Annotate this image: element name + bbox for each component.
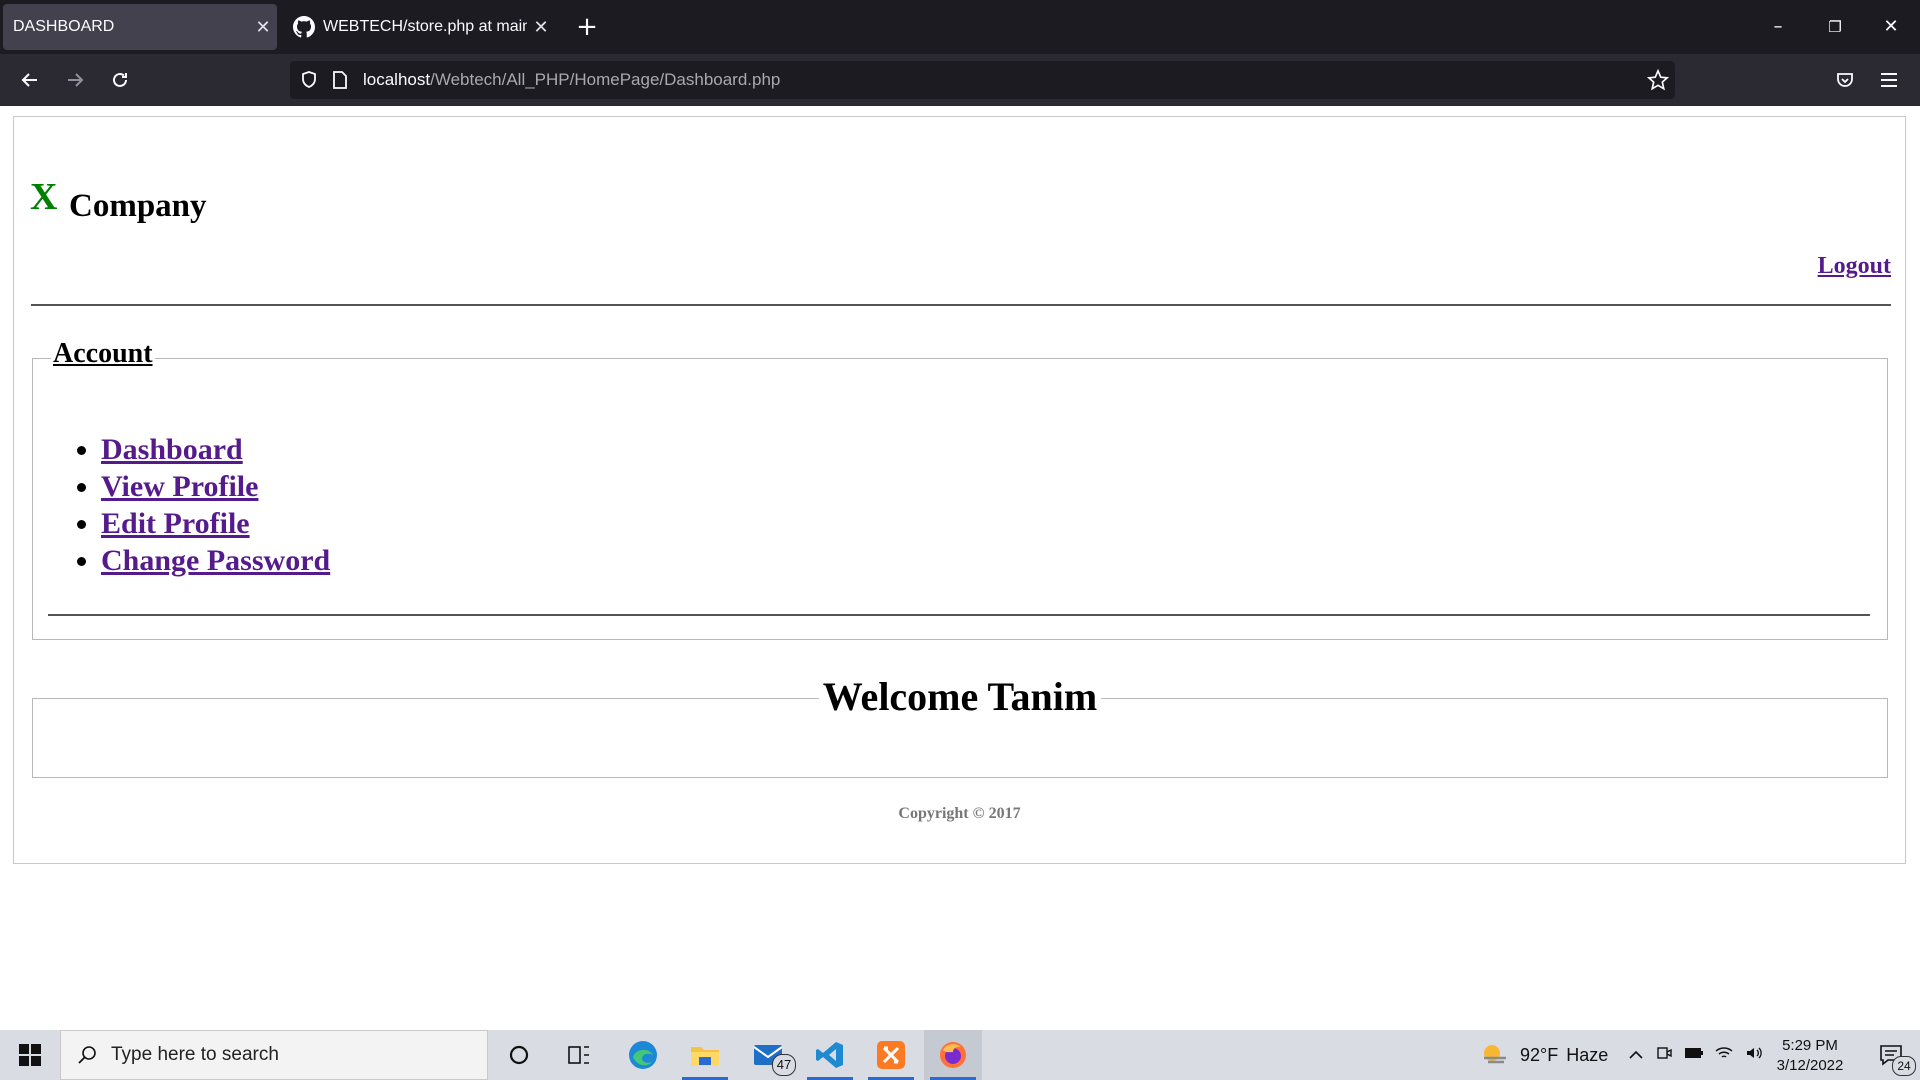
- taskbar-firefox[interactable]: [924, 1030, 982, 1080]
- dashboard-link[interactable]: Dashboard: [101, 433, 243, 466]
- logo-letter: X: [30, 176, 58, 218]
- change-password-link[interactable]: Change Password: [101, 544, 330, 577]
- list-item: View Profile: [101, 468, 330, 505]
- github-icon: [293, 16, 315, 38]
- navigation-bar: localhost/Webtech/All_PHP/HomePage/Dashb…: [0, 54, 1920, 106]
- taskbar-search-box[interactable]: Type here to search: [60, 1030, 488, 1080]
- windows-logo-icon: [19, 1044, 41, 1066]
- taskbar-clock[interactable]: 5:29 PM 3/12/2022: [1760, 1036, 1860, 1076]
- url-text[interactable]: localhost/Webtech/All_PHP/HomePage/Dashb…: [363, 70, 780, 90]
- url-path: /Webtech/All_PHP/HomePage/Dashboard.php: [430, 70, 781, 89]
- reload-button[interactable]: [102, 62, 138, 98]
- welcome-fieldset: Welcome Tanim: [32, 674, 1888, 778]
- arrow-right-icon: [68, 73, 84, 87]
- notification-center-button[interactable]: 24: [1862, 1030, 1920, 1080]
- header-divider: [31, 304, 1891, 306]
- start-button[interactable]: [0, 1030, 60, 1080]
- cortana-button[interactable]: [490, 1030, 548, 1080]
- edit-profile-link[interactable]: Edit Profile: [101, 507, 250, 540]
- vscode-icon: [816, 1042, 843, 1068]
- account-menu: Dashboard View Profile Edit Profile Chan…: [77, 431, 330, 579]
- back-button[interactable]: [12, 62, 48, 98]
- welcome-heading: Welcome Tanim: [818, 674, 1102, 719]
- meet-now-icon[interactable]: [1649, 1045, 1679, 1066]
- weather-condition: Haze: [1566, 1044, 1609, 1065]
- welcome-legend: Welcome Tanim: [33, 673, 1887, 720]
- copyright-text: Copyright © 2017: [898, 805, 1021, 822]
- chevron-up-icon[interactable]: [1623, 1046, 1649, 1064]
- hamburger-menu-icon: [1881, 73, 1897, 87]
- folder-icon: [691, 1047, 719, 1066]
- tab-github[interactable]: WEBTECH/store.php at main · S ✕: [285, 4, 555, 50]
- weather-haze-icon: [1484, 1045, 1506, 1064]
- shield-icon[interactable]: [299, 70, 319, 90]
- logout-link[interactable]: Logout: [1818, 253, 1891, 280]
- page-icon[interactable]: [331, 70, 349, 90]
- edge-browser-icon: [629, 1041, 657, 1069]
- url-bar[interactable]: localhost/Webtech/All_PHP/HomePage/Dashb…: [290, 61, 1675, 99]
- forward-button[interactable]: [57, 62, 93, 98]
- bookmark-star-icon[interactable]: [1647, 69, 1669, 91]
- tab-bar: DASHBOARD ✕ WEBTECH/store.php at main · …: [0, 0, 1920, 54]
- logo-text: Company: [69, 188, 207, 224]
- reload-icon: [113, 72, 127, 87]
- wifi-icon[interactable]: [1709, 1045, 1739, 1066]
- weather-temp: 92°F: [1520, 1044, 1559, 1065]
- task-view-button[interactable]: [550, 1030, 608, 1080]
- account-fieldset: Account Dashboard View Profile Edit Prof…: [32, 338, 1888, 640]
- weather-widget[interactable]: 92°F Haze: [1480, 1030, 1608, 1080]
- search-placeholder: Type here to search: [111, 1044, 279, 1065]
- system-tray: [1623, 1030, 1769, 1080]
- tab-dashboard[interactable]: DASHBOARD ✕: [3, 4, 277, 50]
- taskbar-edge[interactable]: [614, 1030, 672, 1080]
- close-icon[interactable]: ✕: [527, 17, 555, 38]
- list-item: Edit Profile: [101, 505, 330, 542]
- page-container: X Company Logout Account Dashboard View …: [13, 116, 1906, 864]
- account-legend: Account: [51, 338, 155, 370]
- pocket-button[interactable]: [1827, 62, 1863, 98]
- notification-badge: 24: [1892, 1056, 1916, 1076]
- xampp-icon: [877, 1041, 905, 1069]
- battery-icon[interactable]: [1679, 1046, 1709, 1064]
- taskbar-xampp[interactable]: [862, 1030, 920, 1080]
- close-window-button[interactable]: ✕: [1868, 12, 1914, 42]
- url-host: localhost: [363, 70, 431, 89]
- search-icon: [78, 1046, 96, 1064]
- arrow-left-icon: [21, 73, 37, 87]
- restore-button[interactable]: ❐: [1812, 12, 1858, 42]
- taskbar-mail[interactable]: 47: [740, 1030, 798, 1080]
- cortana-icon: [509, 1045, 529, 1065]
- tab-title: WEBTECH/store.php at main · S: [323, 18, 527, 35]
- list-item: Change Password: [101, 542, 330, 579]
- firefox-icon: [940, 1042, 966, 1068]
- list-item: Dashboard: [101, 431, 330, 468]
- clock-date: 3/12/2022: [1776, 1057, 1844, 1074]
- new-tab-button[interactable]: +: [572, 12, 602, 42]
- task-view-icon: [568, 1046, 589, 1064]
- taskbar: Type here to search 47 92°F Haze 5:29 PM…: [0, 1030, 1920, 1080]
- mail-badge: 47: [772, 1054, 796, 1076]
- close-icon[interactable]: ✕: [249, 17, 277, 38]
- minimize-button[interactable]: –: [1755, 12, 1801, 42]
- view-profile-link[interactable]: View Profile: [101, 470, 258, 503]
- tab-title: DASHBOARD: [13, 18, 115, 35]
- taskbar-vscode[interactable]: [801, 1030, 859, 1080]
- taskbar-file-explorer[interactable]: [676, 1030, 734, 1080]
- account-divider: [48, 614, 1870, 616]
- clock-time: 5:29 PM: [1782, 1037, 1838, 1054]
- pocket-icon: [1837, 73, 1853, 87]
- menu-button[interactable]: [1871, 62, 1907, 98]
